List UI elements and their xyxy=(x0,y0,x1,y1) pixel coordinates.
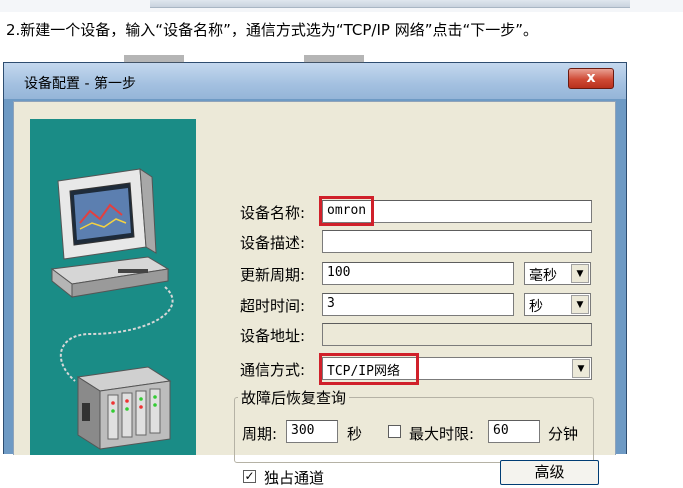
recovery-legend: 故障后恢复查询 xyxy=(238,387,350,408)
dialog-title: 设备配置 - 第一步 xyxy=(24,76,136,92)
max-time-unit: 分钟 xyxy=(548,425,579,443)
device-config-dialog: 设备配置 - 第一步 x 设备名称: omron 设备描述: 更新周期: 100… xyxy=(3,55,627,487)
comm-mode-label: 通信方式: xyxy=(240,361,306,379)
check-icon: ✓ xyxy=(244,469,255,483)
close-button[interactable]: x xyxy=(568,68,614,89)
chevron-down-icon[interactable]: ▼ xyxy=(571,295,589,314)
update-period-unit-select[interactable]: 毫秒 ▼ xyxy=(524,262,591,285)
exclusive-channel-checkbox[interactable]: ✓ xyxy=(243,470,256,483)
device-name-label: 设备名称: xyxy=(240,204,306,222)
recovery-period-unit: 秒 xyxy=(347,425,363,443)
dialog-titlebar[interactable]: 设备配置 - 第一步 x xyxy=(4,63,626,99)
recovery-period-input[interactable]: 300 xyxy=(286,420,338,443)
device-address-input[interactable] xyxy=(322,323,592,346)
device-name-highlight xyxy=(319,196,374,226)
max-time-checkbox[interactable] xyxy=(388,425,401,438)
comm-mode-highlight xyxy=(319,353,419,385)
timeout-input[interactable]: 3 xyxy=(322,293,514,316)
device-address-label: 设备地址: xyxy=(240,327,306,345)
advanced-button[interactable]: 高级 xyxy=(500,460,599,485)
chevron-down-icon[interactable]: ▼ xyxy=(571,264,589,283)
background-window-edge xyxy=(0,0,683,12)
chevron-down-icon[interactable]: ▼ xyxy=(572,359,590,378)
update-period-label: 更新周期: xyxy=(240,266,306,284)
timeout-unit-value: 秒 xyxy=(529,299,543,315)
instruction-text: 2.新建一个设备，输入“设备名称”，通信方式选为“TCP/IP 网络”点击“下一… xyxy=(6,21,539,39)
device-desc-label: 设备描述: xyxy=(240,234,306,252)
dialog-client-area: 设备名称: omron 设备描述: 更新周期: 100 毫秒 ▼ 超时时间: 3… xyxy=(13,101,616,487)
update-period-input[interactable]: 100 xyxy=(322,262,514,285)
recovery-period-label: 周期: xyxy=(242,425,278,443)
computer-and-plc-illustration xyxy=(30,119,196,455)
exclusive-channel-label: 独占通道 xyxy=(264,469,325,487)
max-time-label: 最大时限: xyxy=(409,425,475,443)
close-icon: x xyxy=(586,70,596,86)
update-period-unit-value: 毫秒 xyxy=(529,268,557,284)
max-time-input[interactable]: 60 xyxy=(488,420,540,443)
device-desc-input[interactable] xyxy=(322,230,592,253)
timeout-unit-select[interactable]: 秒 ▼ xyxy=(524,293,591,316)
timeout-label: 超时时间: xyxy=(240,297,306,315)
